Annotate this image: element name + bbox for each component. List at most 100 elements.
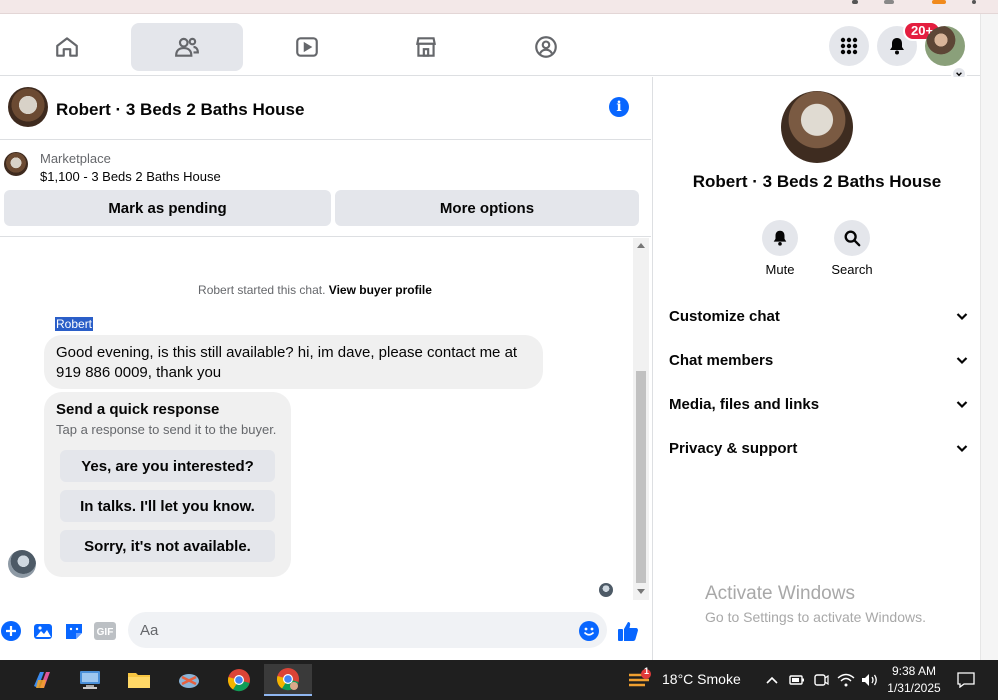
search-label: Search [831,262,873,277]
volume-icon[interactable] [858,664,882,696]
message-scrollbar[interactable] [633,238,649,600]
windows-taskbar: 1 18°C Smoke 9:38 AM 1/31/2025 [0,660,998,700]
grid-menu-icon [840,37,858,55]
scroll-up-arrow-icon[interactable] [637,243,645,248]
scrollbar-thumb[interactable] [636,371,646,583]
chevron-down-icon [956,313,968,321]
sender-name: Robert [55,317,94,331]
quick-response-card: Send a quick response Tap a response to … [44,392,291,577]
page-scrollbar[interactable] [980,14,998,660]
emoji-icon[interactable] [578,620,600,642]
section-label: Chat members [669,351,774,369]
quick-response-not-available[interactable]: Sorry, it's not available. [60,530,275,562]
battery-icon[interactable] [786,664,808,696]
browser-menu-icon[interactable] [972,0,976,4]
profile-avatar[interactable] [925,26,965,66]
scroll-down-arrow-icon[interactable] [637,589,645,594]
gif-label: GIF [97,627,114,638]
mark-pending-button[interactable]: Mark as pending [4,190,331,226]
wifi-icon[interactable] [834,664,858,696]
menu-button[interactable] [829,26,869,66]
clock-date: 1/31/2025 [887,681,941,695]
chat-header: Robert · 3 Beds 2 Baths House i [0,77,651,140]
notification-center-icon[interactable] [952,664,980,696]
section-customize-chat[interactable]: Customize chat [669,304,969,328]
clock-time: 9:38 AM [891,664,937,678]
watermark-line2: Go to Settings to activate Windows. [705,609,926,625]
sender-avatar[interactable] [8,550,36,578]
gif-icon[interactable]: GIF [94,620,116,642]
browser-tab-strip [0,0,998,14]
mute-action[interactable]: Mute [750,220,810,277]
tab-marketplace[interactable] [370,23,482,71]
section-label: Media, files and links [669,395,820,413]
chat-started-notice: Robert started this chat. View buyer pro… [0,283,630,297]
chrome-icon[interactable] [219,664,259,696]
chrome-active-icon[interactable] [264,664,312,696]
info-icon[interactable]: i [609,97,629,117]
activate-windows-watermark: Activate Windows Go to Settings to activ… [705,583,926,625]
photo-icon[interactable] [32,620,54,642]
bell-icon[interactable] [762,220,798,256]
friends-icon [175,37,199,57]
listing-source: Marketplace [40,151,111,166]
computer-app-icon[interactable] [70,664,110,696]
message-list: Robert started this chat. View buyer pro… [0,238,651,600]
view-buyer-profile-link[interactable]: View buyer profile [329,283,432,297]
message-composer: GIF [0,600,651,660]
listing-price-title[interactable]: $1,100 - 3 Beds 2 Baths House [40,169,221,184]
section-label: Privacy & support [669,439,798,457]
search-icon[interactable] [834,220,870,256]
read-receipt-avatar [599,583,613,597]
tab-groups[interactable] [490,23,602,71]
file-explorer-icon[interactable] [119,664,159,696]
chat-title[interactable]: Robert · 3 Beds 2 Baths House [56,100,304,120]
chevron-up-icon[interactable] [760,664,784,696]
tab-home[interactable] [11,23,123,71]
browser-extension-icon[interactable] [932,0,946,4]
details-title: Robert · 3 Beds 2 Baths House [692,172,942,191]
section-chat-members[interactable]: Chat members [669,348,969,372]
listing-thumbnail[interactable] [4,152,28,176]
plus-circle-icon[interactable] [0,620,22,642]
search-action[interactable]: Search [822,220,882,277]
clock[interactable]: 9:38 AM 1/31/2025 [886,663,942,697]
copilot-app-icon[interactable] [22,664,62,696]
more-options-button[interactable]: More options [335,190,639,226]
bell-icon [890,38,904,55]
quick-response-subtitle: Tap a response to send it to the buyer. [56,422,277,437]
home-icon [56,37,78,57]
watermark-line1: Activate Windows [705,583,855,604]
chevron-down-icon [956,445,968,453]
snipping-tool-icon[interactable] [169,664,209,696]
meet-now-icon[interactable] [810,664,832,696]
details-avatar[interactable] [781,91,853,163]
weather-badge: 1 [644,666,650,676]
quick-response-yes[interactable]: Yes, are you interested? [60,450,275,482]
listing-avatar[interactable] [8,87,48,127]
listing-bar: Marketplace $1,100 - 3 Beds 2 Baths Hous… [0,141,651,237]
mute-label: Mute [765,262,795,277]
section-media-files-links[interactable]: Media, files and links [669,392,969,416]
started-text: Robert started this chat. [198,283,326,297]
groups-icon [535,36,557,58]
like-thumb-icon[interactable] [617,620,639,642]
browser-control-icon[interactable] [852,0,858,4]
quick-response-title: Send a quick response [56,401,220,418]
weather-icon[interactable] [624,664,654,696]
section-privacy-support[interactable]: Privacy & support [669,436,969,460]
tab-watch[interactable] [251,23,363,71]
message-bubble: Good evening, is this still available? h… [44,335,543,389]
browser-close-icon[interactable] [884,0,894,4]
video-icon [296,37,318,57]
quick-response-in-talks[interactable]: In talks. I'll let you know. [60,490,275,522]
marketplace-icon [416,37,436,57]
top-navbar: 20+ [0,14,980,82]
weather-text[interactable]: 18°C Smoke [662,671,741,687]
tab-friends[interactable] [131,23,243,71]
message-input[interactable] [128,612,607,648]
sticker-icon[interactable] [63,620,85,642]
chat-details-panel: Robert · 3 Beds 2 Baths House Mute Searc… [652,77,980,660]
section-label: Customize chat [669,307,780,325]
chevron-down-icon [956,357,968,365]
